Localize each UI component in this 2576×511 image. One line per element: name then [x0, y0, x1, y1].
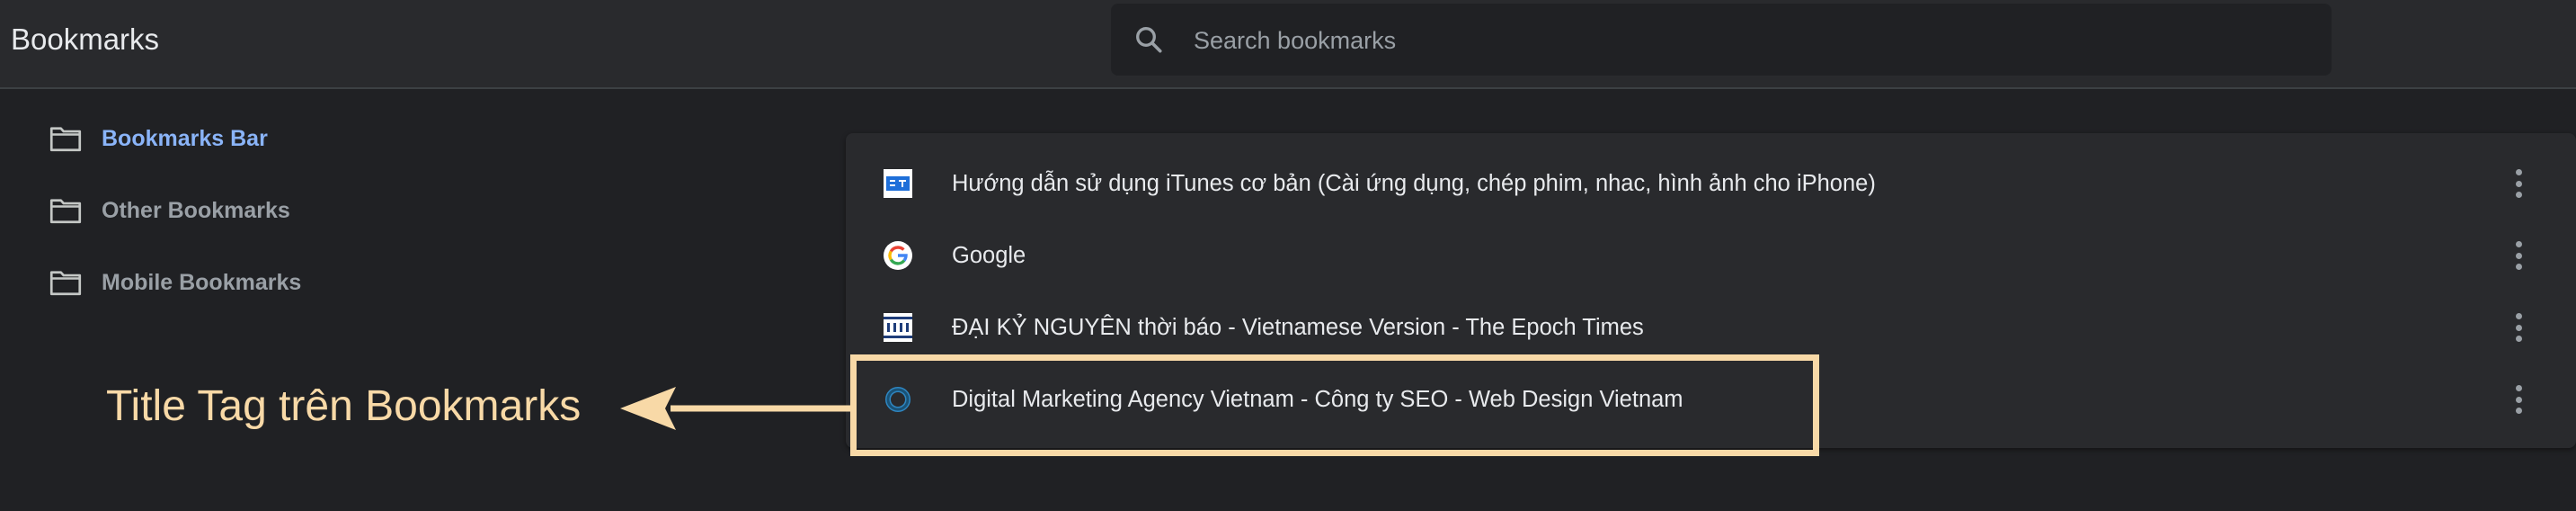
bookmark-title[interactable]: Google: [952, 243, 1026, 269]
bookmark-row[interactable]: Hướng dẫn sử dụng iTunes cơ bản (Cài ứng…: [846, 148, 2576, 220]
more-vert-icon[interactable]: [2513, 241, 2524, 270]
bookmarks-manager: Bookmarks Bookmarks Bar Other Bookmarks: [0, 0, 2576, 511]
bookmark-title[interactable]: ĐẠI KỶ NGUYÊN thời báo - Vietnamese Vers…: [952, 315, 1644, 341]
page-title: Bookmarks: [11, 22, 160, 56]
search-box[interactable]: [1111, 4, 2332, 76]
folder-icon: [49, 271, 82, 296]
bookmark-row[interactable]: Google: [846, 220, 2576, 291]
bookmark-row[interactable]: ĐẠI KỶ NGUYÊN thời báo - Vietnamese Vers…: [846, 291, 2576, 363]
more-vert-icon[interactable]: [2513, 313, 2524, 342]
google-favicon-icon: [884, 241, 912, 270]
search-icon: [1136, 27, 1162, 53]
folder-icon: [49, 199, 82, 224]
bt-favicon-icon: [884, 169, 912, 198]
sidebar-item-label: Bookmarks Bar: [102, 125, 268, 151]
bookmark-title[interactable]: Hướng dẫn sử dụng iTunes cơ bản (Cài ứng…: [952, 171, 1876, 197]
sidebar-item-mobile-bookmarks[interactable]: Mobile Bookmarks: [36, 256, 665, 309]
more-vert-icon[interactable]: [2513, 169, 2524, 198]
search-input[interactable]: [1192, 20, 2310, 61]
folder-icon: [49, 127, 82, 152]
top-bar: Bookmarks: [0, 0, 2576, 89]
sidebar-item-bookmarks-bar[interactable]: Bookmarks Bar: [36, 112, 665, 166]
dkn-favicon-icon: [884, 313, 912, 342]
sidebar-item-label: Other Bookmarks: [102, 197, 290, 223]
arrow-left-icon: [620, 387, 852, 430]
sidebar-item-other-bookmarks[interactable]: Other Bookmarks: [36, 184, 665, 238]
more-vert-icon[interactable]: [2513, 385, 2524, 414]
sidebar-item-label: Mobile Bookmarks: [102, 269, 302, 295]
annotation-label: Title Tag trên Bookmarks: [106, 382, 582, 430]
highlight-box: [850, 354, 1819, 456]
